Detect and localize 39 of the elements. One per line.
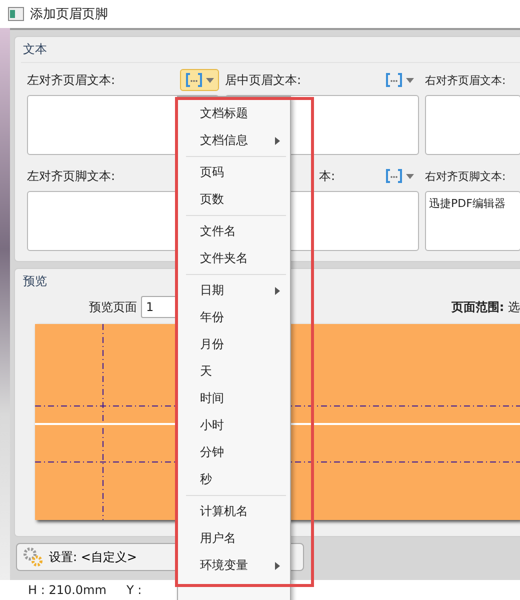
- menu-item[interactable]: 秒: [178, 466, 290, 493]
- group-title: 预览: [22, 273, 48, 290]
- submenu-arrow-icon: [275, 286, 280, 294]
- field-label: 本:: [319, 168, 336, 184]
- menu-item[interactable]: 分钟: [178, 439, 290, 466]
- field-label: 右对齐页眉文本:: [425, 72, 506, 88]
- insert-field-button[interactable]: [180, 69, 219, 91]
- menu-item[interactable]: 月份: [178, 331, 290, 358]
- menu-item[interactable]: 文档信息: [178, 127, 290, 154]
- menu-item[interactable]: 天: [178, 358, 290, 385]
- menu-item[interactable]: 计算机名: [178, 498, 290, 525]
- caret-icon: [206, 78, 214, 82]
- gear-icon: [23, 547, 43, 567]
- field-label: 预览页面: [89, 298, 137, 316]
- submenu-arrow-icon: [275, 136, 280, 144]
- page-range-label: 页面范围: 选: [451, 298, 520, 316]
- menu-item[interactable]: 文件名: [178, 218, 290, 245]
- insert-field-icon: [385, 168, 403, 184]
- field-label: 左对齐页脚文本:: [27, 168, 116, 184]
- menu-item[interactable]: 小时: [178, 412, 290, 439]
- menu-item[interactable]: 文档标题: [178, 100, 290, 127]
- text-area[interactable]: 迅捷PDF编辑器: [425, 191, 520, 251]
- submenu-arrow-icon: [275, 562, 280, 570]
- menu-item[interactable]: 页数: [178, 186, 290, 213]
- caret-icon: [406, 78, 414, 82]
- menu-item[interactable]: 时间: [178, 385, 290, 412]
- field-label: 左对齐页眉文本:: [27, 72, 116, 88]
- caret-icon: [406, 174, 414, 178]
- insert-field-icon: [185, 72, 203, 88]
- status-text: Y :: [126, 583, 142, 597]
- menu-item[interactable]: 页码: [178, 159, 290, 186]
- window-icon: [8, 7, 24, 21]
- field-label: 右对齐页脚文本:: [425, 168, 506, 184]
- window-title: 添加页眉页脚: [30, 6, 108, 23]
- group-title: 文本: [22, 41, 48, 58]
- insert-field-icon: [385, 72, 403, 88]
- status-text: H : 210.0mm: [28, 583, 106, 597]
- field-label: 居中页眉文本:: [225, 72, 302, 88]
- menu-item[interactable]: 文件夹名: [178, 245, 290, 272]
